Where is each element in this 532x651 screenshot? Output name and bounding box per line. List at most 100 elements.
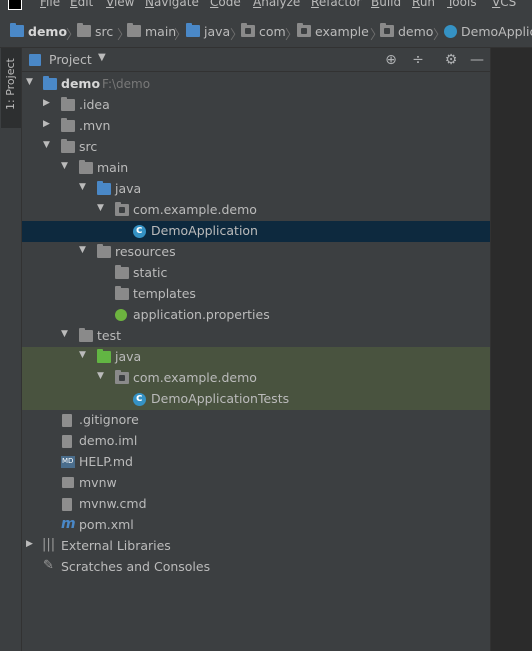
collapse-arrow-icon[interactable]: ▶ — [43, 119, 53, 129]
tree-item-help-md[interactable]: HELP.md — [22, 452, 490, 473]
menu-view[interactable]: View — [106, 0, 134, 9]
source-folder-icon — [97, 181, 111, 195]
tree-item-demoapplication[interactable]: DemoApplication — [22, 221, 490, 242]
breadcrumb-label: DemoApplic — [461, 23, 532, 39]
tree-item-java-test[interactable]: ▼ java — [22, 347, 490, 368]
chevron-down-icon[interactable]: ▼ — [98, 52, 106, 63]
project-view-selector[interactable]: Project — [49, 52, 92, 67]
expand-arrow-icon[interactable]: ▼ — [79, 182, 89, 192]
menu-refactor[interactable]: Refactor — [311, 0, 361, 9]
libraries-icon: ||| — [42, 537, 56, 552]
project-tool-tab[interactable]: 1: Project — [1, 48, 21, 128]
test-class-icon — [133, 391, 146, 406]
folder-icon — [61, 139, 75, 153]
breadcrumb-java[interactable]: java — [186, 23, 230, 39]
tree-item-label: static — [133, 265, 168, 280]
left-tool-strip: 1: Project — [0, 48, 22, 651]
tree-item-label: External Libraries — [61, 538, 171, 553]
tree-item-label: pom.xml — [79, 517, 134, 532]
breadcrumb-com[interactable]: com — [241, 23, 286, 39]
editor-area[interactable] — [490, 48, 532, 651]
cmd-file-icon — [62, 498, 72, 511]
collapse-arrow-icon[interactable]: ▶ — [26, 539, 36, 549]
tree-item-gitignore[interactable]: .gitignore — [22, 410, 490, 431]
expand-arrow-icon[interactable]: ▼ — [79, 245, 89, 255]
folder-icon — [127, 23, 141, 37]
package-icon — [297, 23, 311, 37]
menu-bar: File Edit View Navigate Code Analyze Ref… — [0, 0, 532, 12]
tree-item-label: application.properties — [133, 307, 270, 322]
breadcrumb-label: main — [145, 23, 177, 39]
scratches-icon: ✎ — [43, 558, 54, 573]
tree-item-demoapplicationtests[interactable]: DemoApplicationTests — [22, 389, 490, 410]
tree-item-label: src — [79, 139, 98, 154]
tree-item-package-test[interactable]: ▼ com.example.demo — [22, 368, 490, 389]
menu-code[interactable]: Code — [210, 0, 241, 9]
resources-folder-icon — [97, 244, 111, 258]
tree-item-package-main[interactable]: ▼ com.example.demo — [22, 200, 490, 221]
locate-file-icon[interactable]: ⊕ — [382, 51, 400, 69]
tree-item-main[interactable]: ▼ main — [22, 158, 490, 179]
tree-item-pom-xml[interactable]: m pom.xml — [22, 515, 490, 536]
expand-arrow-icon[interactable]: ▼ — [26, 77, 36, 87]
tree-item-src[interactable]: ▼ src — [22, 137, 490, 158]
breadcrumb-demo[interactable]: demo — [10, 23, 67, 39]
project-tool-tab-label: 1: Project — [4, 58, 17, 110]
collapse-all-icon[interactable]: ÷ — [409, 51, 427, 69]
collapse-arrow-icon[interactable]: ▶ — [43, 98, 53, 108]
expand-arrow-icon[interactable]: ▼ — [97, 203, 107, 213]
tree-item-test[interactable]: ▼ test — [22, 326, 490, 347]
menu-build[interactable]: Build — [371, 0, 401, 9]
breadcrumb-demoapplication[interactable]: DemoApplic — [444, 23, 532, 39]
tree-item-java-main[interactable]: ▼ java — [22, 179, 490, 200]
tree-item-mvn[interactable]: ▶ .mvn — [22, 116, 490, 137]
expand-arrow-icon[interactable]: ▼ — [61, 329, 71, 339]
tree-item-static[interactable]: static — [22, 263, 490, 284]
gear-icon[interactable]: ⚙ — [442, 51, 460, 69]
tree-item-resources[interactable]: ▼ resources — [22, 242, 490, 263]
tree-item-mvnw[interactable]: mvnw — [22, 473, 490, 494]
package-icon — [115, 202, 129, 216]
tree-item-scratches-and-consoles[interactable]: ✎ Scratches and Consoles — [22, 557, 490, 578]
tree-item-label: .mvn — [79, 118, 111, 133]
tree-item-application-properties[interactable]: application.properties — [22, 305, 490, 326]
menu-vcs[interactable]: VCS — [492, 0, 516, 9]
tree-item-mvnw-cmd[interactable]: mvnw.cmd — [22, 494, 490, 515]
tree-item-label: HELP.md — [79, 454, 133, 469]
maven-file-icon: m — [61, 516, 76, 532]
tree-item-label: DemoApplication — [151, 223, 258, 238]
tree-item-templates[interactable]: templates — [22, 284, 490, 305]
expand-arrow-icon[interactable]: ▼ — [43, 140, 53, 150]
tree-item-label: Scratches and Consoles — [61, 559, 211, 574]
menu-analyze[interactable]: Analyze — [253, 0, 300, 9]
module-folder-icon — [43, 76, 57, 90]
breadcrumb-label: demo — [398, 23, 434, 39]
tree-item-label: demo.iml — [79, 433, 138, 448]
breadcrumb-src[interactable]: src — [77, 23, 113, 39]
project-panel-header: Project ▼ ⊕ ÷ ⚙ — — [22, 48, 490, 72]
tree-item-label: demo — [61, 76, 101, 91]
hide-panel-icon[interactable]: — — [468, 51, 486, 69]
expand-arrow-icon[interactable]: ▼ — [97, 371, 107, 381]
folder-icon — [79, 328, 93, 342]
expand-arrow-icon[interactable]: ▼ — [79, 350, 89, 360]
tree-item-external-libraries[interactable]: ▶ ||| External Libraries — [22, 536, 490, 557]
breadcrumb-main[interactable]: main — [127, 23, 176, 39]
spring-properties-icon — [115, 309, 127, 321]
tree-item-demo[interactable]: ▼ demo F:\demo — [22, 74, 490, 95]
menu-navigate[interactable]: Navigate — [145, 0, 199, 9]
tree-item-label: DemoApplicationTests — [151, 391, 290, 406]
breadcrumb-example[interactable]: example — [297, 23, 369, 39]
menu-run[interactable]: Run — [412, 0, 435, 9]
menu-edit[interactable]: Edit — [70, 0, 93, 9]
tree-item-idea[interactable]: ▶ .idea — [22, 95, 490, 116]
menu-tools[interactable]: Tools — [447, 0, 477, 9]
tree-item-demo-iml[interactable]: demo.iml — [22, 431, 490, 452]
script-file-icon — [62, 477, 74, 488]
expand-arrow-icon[interactable]: ▼ — [61, 161, 71, 171]
source-folder-icon — [186, 23, 200, 37]
tree-item-label: resources — [115, 244, 176, 259]
breadcrumb-demo-package[interactable]: demo — [380, 23, 433, 39]
menu-file[interactable]: File — [40, 0, 60, 9]
intellij-logo-icon — [8, 0, 22, 10]
